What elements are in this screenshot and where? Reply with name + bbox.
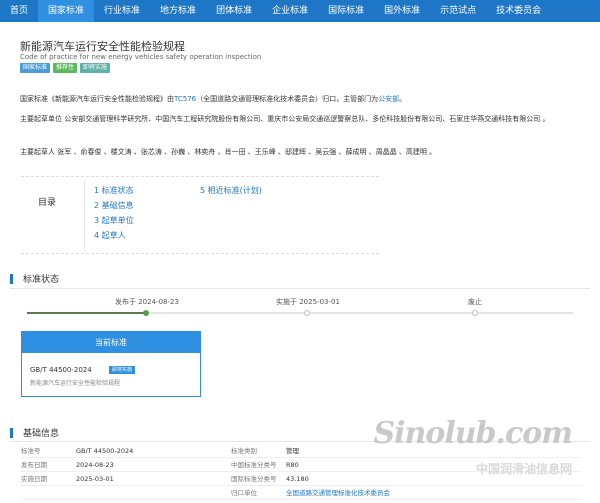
tc-link[interactable]: TC576 xyxy=(174,95,196,103)
info-key: 标准类别 xyxy=(231,447,257,455)
watermark-logo: Sinolub.com xyxy=(373,416,573,451)
watermark-text: 中国润滑油信息网 xyxy=(475,462,572,476)
timeline-abolished-dot xyxy=(472,310,478,316)
info-value: 2024-08-23 xyxy=(76,461,114,469)
toc-item-drafting-units[interactable]: 3 起草单位 xyxy=(94,215,134,226)
info-value: 2025-03-01 xyxy=(76,475,114,483)
info-key: 国际标准分类号 xyxy=(231,475,277,483)
status-heading: 标准状态 xyxy=(23,275,60,285)
toc-item-status[interactable]: 1 标准状态 xyxy=(94,185,134,196)
description-line: 国家标准《新能源汽车运行安全性能检验规程》由TC576（全国道路交通管理标准化技… xyxy=(20,95,406,104)
description-text: 。 xyxy=(399,95,407,103)
section-marker xyxy=(10,273,13,284)
section-divider xyxy=(10,288,590,289)
info-key: 实施日期 xyxy=(21,475,47,483)
nav-item[interactable]: 行业标准 xyxy=(94,0,150,22)
timeline-implemented-label: 实施于 2025-03-01 xyxy=(276,298,340,306)
toc-item-drafters[interactable]: 4 起草人 xyxy=(94,230,126,241)
section-marker xyxy=(10,427,13,438)
info-value[interactable]: 全国道路交通管理标准化技术委员会 xyxy=(286,486,581,499)
drafters: 主要起草人 张军 、俞春俊 、楼文涛 、张芯涛 、孙巍 、林奕舟 、肖一田 、王… xyxy=(20,148,437,156)
nav-item[interactable]: 国外标准 xyxy=(374,0,430,22)
nav-item[interactable]: 首页 xyxy=(0,0,38,22)
standard-tag: 国家标准 xyxy=(20,63,51,73)
toc-item-similar[interactable]: 5 相近标准(计划) xyxy=(200,185,262,196)
info-value: GB/T 44500-2024 xyxy=(76,447,134,455)
watermark: Sinolub.com 中国润滑油信息网 xyxy=(373,416,573,478)
info-value xyxy=(76,486,231,499)
current-standard-card[interactable]: 当前标准 GB/T 44500-2024 即将实施 新能源汽车运行安全性能检验规… xyxy=(21,331,201,397)
timeline-progress xyxy=(27,312,146,314)
info-key: 归口单位 xyxy=(231,489,257,497)
toc-label: 目录 xyxy=(38,198,57,208)
nav-item[interactable]: 国家标准 xyxy=(38,0,95,22)
nav-item[interactable]: 国际标准 xyxy=(318,0,374,22)
info-key xyxy=(21,486,76,499)
current-standard-name: 新能源汽车运行安全性能检验规程 xyxy=(30,380,121,387)
timeline-published-label: 发布于 2024-08-23 xyxy=(115,298,179,306)
drafting-units: 主要起草单位 公安部交通管理科学研究所、中国汽车工程研究院股份有限公司、重庆市公… xyxy=(20,115,550,123)
toc-divider xyxy=(84,181,85,251)
standard-tags: 国家标准 推荐性 即将实施 xyxy=(20,63,111,73)
timeline-published-dot xyxy=(143,310,149,316)
nav-item[interactable]: 示范试点 xyxy=(430,0,486,22)
info-key: 标准号 xyxy=(21,447,41,455)
info-heading: 基础信息 xyxy=(23,429,60,439)
info-section-header: 基础信息 xyxy=(10,426,59,439)
nav-item[interactable]: 技术委员会 xyxy=(486,0,551,22)
standard-tag: 推荐性 xyxy=(53,63,78,73)
description-text: （全国道路交通管理标准化技术委员会）归口，主管部门为 xyxy=(196,95,379,103)
top-nav: 首页 国家标准 行业标准 地方标准 团体标准 企业标准 国际标准 国外标准 示范试点 技术委员会 xyxy=(0,0,600,22)
department-link[interactable]: 公安部 xyxy=(378,95,399,103)
info-key: 发布日期 xyxy=(21,461,47,469)
timeline-implemented-dot xyxy=(304,310,310,316)
standard-tag: 即将实施 xyxy=(80,63,111,73)
standard-subtitle: Code of practice for new energy vehicles… xyxy=(20,53,262,61)
nav-item[interactable]: 企业标准 xyxy=(262,0,318,22)
nav-item[interactable]: 地方标准 xyxy=(150,0,206,22)
standard-title: 新能源汽车运行安全性能检验规程 xyxy=(20,40,185,53)
toc-item-basic-info[interactable]: 2 基础信息 xyxy=(94,200,134,211)
description-text: 国家标准《新能源汽车运行安全性能检验规程》由 xyxy=(20,95,174,103)
info-key: 中国标准分类号 xyxy=(231,461,277,469)
nav-item[interactable]: 团体标准 xyxy=(206,0,262,22)
table-of-contents: 目录 1 标准状态 2 基础信息 3 起草单位 4 起草人 5 相近标准(计划) xyxy=(21,176,379,254)
current-standard-header: 当前标准 xyxy=(22,332,200,353)
current-standard-code: GB/T 44500-2024 xyxy=(30,366,92,374)
timeline-abolished-label: 废止 xyxy=(468,298,482,306)
status-section-header: 标准状态 xyxy=(10,272,59,285)
status-badge: 即将实施 xyxy=(109,366,136,374)
table-row: 归口单位 全国道路交通管理标准化技术委员会 xyxy=(21,486,581,500)
